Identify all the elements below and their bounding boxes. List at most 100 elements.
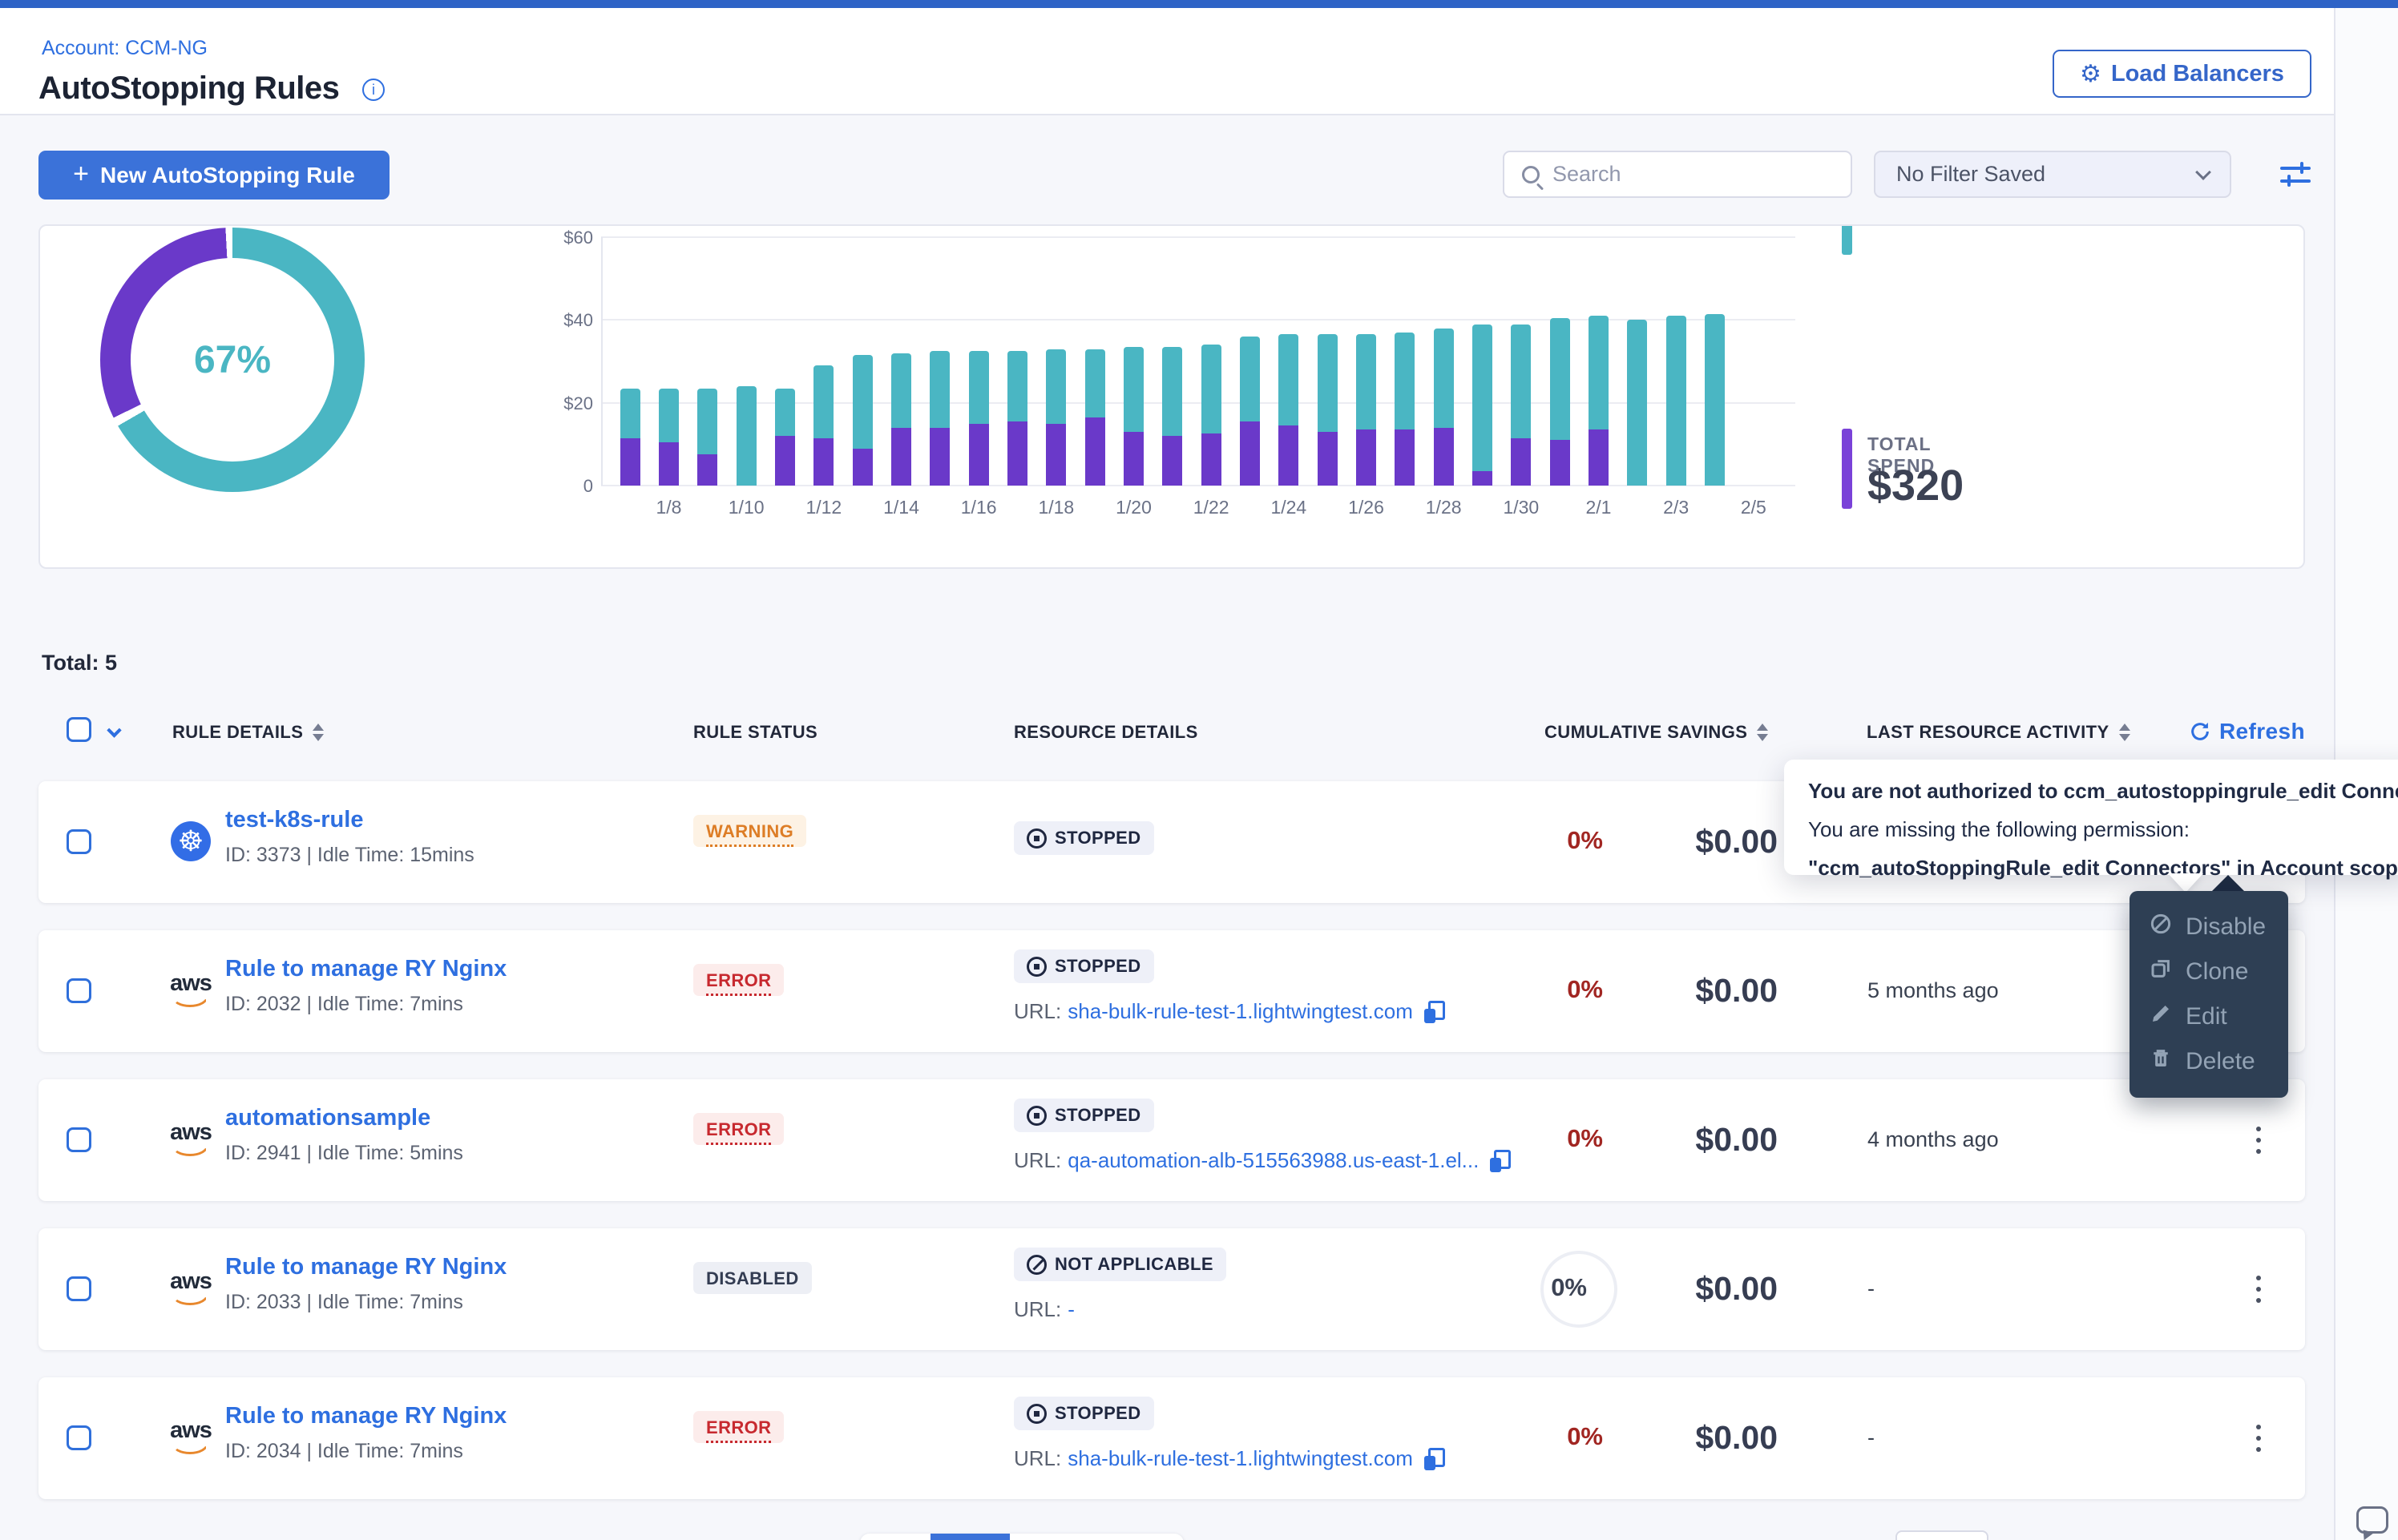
sort-icon[interactable] (1757, 724, 1768, 741)
rule-name-link[interactable]: Rule to manage RY Nginx (225, 1254, 507, 1280)
stacked-bar-2/2[interactable] (1627, 237, 1647, 486)
stacked-bar-1/20[interactable] (1124, 237, 1144, 486)
table-row[interactable]: aws Rule to manage RY Nginx ID: 2034 | I… (38, 1377, 2305, 1499)
x-axis-tick: 1/30 (1489, 497, 1553, 518)
stacked-bar-1/11[interactable] (775, 237, 795, 486)
sort-icon[interactable] (2119, 724, 2130, 741)
row-actions-kebab[interactable] (2243, 1116, 2275, 1164)
stacked-bar-1/29[interactable] (1472, 237, 1492, 486)
resource-url-link[interactable]: sha-bulk-rule-test-1.lightwingtest.com (1068, 1446, 1413, 1471)
stacked-bar-1/8[interactable] (659, 237, 679, 486)
y-axis-line (601, 237, 603, 486)
resource-url-link[interactable]: sha-bulk-rule-test-1.lightwingtest.com (1068, 999, 1413, 1024)
refresh-button[interactable]: Refresh (2189, 719, 2305, 744)
resource-url-link[interactable]: - (1068, 1297, 1075, 1322)
cloud-provider-icon: aws (168, 970, 213, 1012)
stacked-bar-1/27[interactable] (1395, 237, 1415, 486)
plus-icon: + (73, 159, 89, 190)
stacked-bar-1/19[interactable] (1085, 237, 1105, 486)
stacked-bar-2/1[interactable] (1589, 237, 1609, 486)
page-size-select[interactable] (1895, 1530, 1988, 1540)
stacked-bar-1/14[interactable] (891, 237, 911, 486)
rule-name-link[interactable]: Rule to manage RY Nginx (225, 1403, 507, 1429)
stacked-bar-1/7[interactable] (620, 237, 640, 486)
stopped-icon (1027, 828, 1047, 849)
pagination-current-page[interactable] (931, 1534, 1010, 1540)
stacked-bar-1/10[interactable] (737, 237, 757, 486)
stacked-bar-2/3[interactable] (1666, 237, 1686, 486)
column-cumulative-savings[interactable]: CUMULATIVE SAVINGS (1544, 722, 1768, 743)
stacked-bar-1/9[interactable] (697, 237, 717, 486)
delete-icon (2149, 1046, 2173, 1077)
copy-icon[interactable] (1424, 1448, 1445, 1470)
search-input[interactable] (1552, 162, 1817, 187)
rule-name-link[interactable]: test-k8s-rule (225, 807, 363, 833)
table-row[interactable]: aws Rule to manage RY Nginx ID: 2032 | I… (38, 930, 2305, 1052)
tooltip-line-1: You are not authorized to ccm_autostoppi… (1808, 777, 2398, 804)
filter-sliders-icon[interactable] (2280, 160, 2311, 189)
row-checkbox[interactable] (67, 1276, 91, 1301)
stacked-bar-2/4[interactable] (1705, 237, 1725, 486)
table-row[interactable]: aws Rule to manage RY Nginx ID: 2033 | I… (38, 1228, 2305, 1350)
stacked-bar-1/15[interactable] (930, 237, 950, 486)
row-checkbox[interactable] (67, 1425, 91, 1450)
row-checkbox[interactable] (67, 829, 91, 854)
stacked-bar-1/24[interactable] (1278, 237, 1298, 486)
stacked-bar-1/26[interactable] (1356, 237, 1376, 486)
resource-details-cell: STOPPED URL: qa-automation-alb-515563988… (1014, 1099, 1154, 1132)
column-last-resource-activity[interactable]: LAST RESOURCE ACTIVITY (1867, 722, 2130, 743)
stacked-bar-1/25[interactable] (1318, 237, 1338, 486)
table-row[interactable]: aws automationsample ID: 2941 | Idle Tim… (38, 1079, 2305, 1201)
account-breadcrumb[interactable]: Account: CCM-NG (42, 37, 208, 60)
menu-item-clone[interactable]: Clone (2130, 952, 2288, 992)
stacked-bar-1/28[interactable] (1434, 237, 1454, 486)
rule-meta: ID: 2032 | Idle Time: 7mins (225, 993, 463, 1016)
stacked-bar-1/18[interactable] (1046, 237, 1066, 486)
resource-url: URL: sha-bulk-rule-test-1.lightwingtest.… (1014, 999, 1445, 1024)
load-balancers-button[interactable]: ⚙ Load Balancers (2053, 50, 2311, 98)
stacked-bar-1/31[interactable] (1550, 237, 1570, 486)
select-menu-chevron-icon[interactable] (107, 723, 121, 737)
x-axis-tick: 1/10 (714, 497, 778, 518)
copy-icon[interactable] (1424, 1001, 1445, 1023)
rule-name-link[interactable]: Rule to manage RY Nginx (225, 956, 507, 982)
row-actions-kebab[interactable] (2243, 1265, 2275, 1313)
select-all-checkbox[interactable] (67, 717, 91, 742)
rule-meta: ID: 2941 | Idle Time: 5mins (225, 1142, 463, 1165)
resource-details-cell: STOPPED URL: sha-bulk-rule-test-1.lightw… (1014, 1397, 1154, 1430)
rule-status-badge: ERROR (693, 1113, 784, 1145)
new-autostopping-rule-button[interactable]: + New AutoStopping Rule (38, 151, 390, 200)
tooltip-line-3: "ccm_autoStoppingRule_edit Connectors" i… (1808, 854, 2398, 881)
saved-filter-dropdown[interactable]: No Filter Saved (1874, 151, 2231, 198)
column-rule-details[interactable]: RULE DETAILS (172, 722, 324, 743)
menu-item-edit[interactable]: Edit (2130, 997, 2288, 1037)
menu-item-disable[interactable]: Disable (2130, 907, 2288, 947)
stacked-bar-1/22[interactable] (1201, 237, 1221, 486)
cloud-provider-icon: aws (168, 1119, 213, 1161)
info-icon[interactable]: i (362, 79, 385, 101)
stacked-bar-1/30[interactable] (1511, 237, 1531, 486)
resource-url: URL: sha-bulk-rule-test-1.lightwingtest.… (1014, 1446, 1445, 1471)
savings-percent: 0% (1507, 1422, 1603, 1451)
stacked-bar-1/17[interactable] (1007, 237, 1027, 486)
stacked-bar-1/16[interactable] (969, 237, 989, 486)
savings-percent: 0% (1507, 826, 1603, 855)
cloud-provider-icon: ☸ (168, 821, 213, 861)
row-checkbox[interactable] (67, 978, 91, 1003)
pagination-bar[interactable] (860, 1534, 1184, 1540)
rule-name-link[interactable]: automationsample (225, 1105, 430, 1131)
sort-icon[interactable] (313, 724, 324, 741)
stacked-bar-1/23[interactable] (1240, 237, 1260, 486)
chat-support-icon[interactable] (2356, 1506, 2388, 1534)
menu-item-delete[interactable]: Delete (2130, 1042, 2288, 1082)
savings-percent: 0% (1507, 975, 1603, 1004)
stacked-bar-1/21[interactable] (1162, 237, 1182, 486)
column-rule-status: RULE STATUS (693, 722, 818, 743)
x-axis-tick: 1/14 (870, 497, 934, 518)
row-checkbox[interactable] (67, 1127, 91, 1152)
stacked-bar-1/12[interactable] (813, 237, 834, 486)
last-activity: - (1867, 1425, 1875, 1450)
resource-url-link[interactable]: qa-automation-alb-515563988.us-east-1.el… (1068, 1148, 1479, 1173)
row-actions-kebab[interactable] (2243, 1414, 2275, 1462)
stacked-bar-1/13[interactable] (853, 237, 873, 486)
